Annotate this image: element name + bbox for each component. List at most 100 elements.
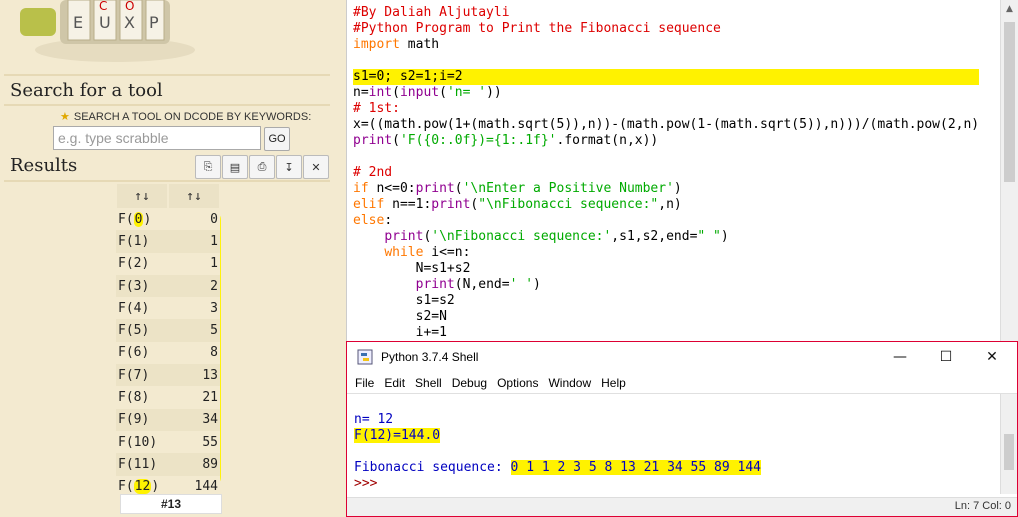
copy-icon[interactable]: ⎘ [195,155,221,179]
result-value: 55 [202,434,218,450]
code-line[interactable]: print('F({0:.0f})={1:.1f}'.format(n,x)) [353,133,979,149]
code-line[interactable] [353,53,979,69]
results-heading: Results [10,155,78,176]
python-shell-window: Python 3.7.4 Shell — ☐ ✕ File Edit Shell… [346,341,1018,517]
menu-options[interactable]: Options [497,376,538,390]
search-tool-heading: Search for a tool [10,80,163,101]
shell-prompt[interactable]: >>> [354,476,377,491]
sort-value-column-button[interactable]: ↑↓ [169,184,219,208]
code-line[interactable]: i+=1 [353,325,979,341]
menu-window[interactable]: Window [548,376,591,390]
shell-scrollbar[interactable] [1000,394,1017,494]
shell-output[interactable]: n= 12 F(12)=144.0 Fibonacci sequence: 0 … [354,412,761,492]
editor-scroll-thumb[interactable] [1004,22,1015,182]
code-line[interactable]: x=((math.pow(1+(math.sqrt(5)),n))-(math.… [353,117,979,133]
code-line[interactable]: # 1st: [353,101,979,117]
sequence-values: 0 1 1 2 3 5 8 13 21 34 55 89 144 [510,460,761,475]
code-line[interactable]: import math [353,37,979,53]
result-value: 21 [202,390,218,406]
svg-text:X: X [124,13,135,32]
menu-file[interactable]: File [355,376,374,390]
close-icon[interactable]: ✕ [303,155,329,179]
divider [4,74,330,76]
result-label-prefix: F( [118,300,134,316]
print-icon[interactable]: ⎙ [249,155,275,179]
result-label-index: 7 [133,367,142,383]
go-button[interactable]: GO [264,127,290,151]
result-label-suffix: ) [141,278,150,294]
keyword-label: ★ SEARCH A TOOL ON DCODE BY KEYWORDS: [60,110,311,123]
result-row: F(7) 13 [116,364,220,387]
result-label: F(11) [116,453,169,475]
code-editor[interactable]: #By Daliah Aljutayli #Python Program to P… [346,0,1018,341]
menu-debug[interactable]: Debug [452,376,487,390]
minimize-button[interactable]: — [877,342,923,372]
result-value: 34 [202,412,218,428]
code-line[interactable]: s2=N [353,309,979,325]
code-line[interactable]: # 2nd [353,165,979,181]
result-label: F(9) [116,409,169,431]
result-label-prefix: F( [118,456,134,472]
close-window-button[interactable]: ✕ [969,342,1015,372]
code-line[interactable]: #By Daliah Aljutayli [353,5,979,21]
result-label-suffix: ) [141,367,150,383]
result-label-index: 10 [133,434,150,450]
code-line[interactable]: print('\nFibonacci sequence:',s1,s2,end=… [353,229,979,245]
result-label-index: 3 [133,278,142,294]
code-line[interactable]: while i<=n: [353,245,979,261]
result-label-suffix: ) [141,233,150,249]
svg-text:E: E [73,13,83,32]
result-label-prefix: F( [118,367,134,383]
code-line[interactable]: #Python Program to Print the Fibonacci s… [353,21,979,37]
maximize-button[interactable]: ☐ [923,342,969,372]
code-line[interactable] [353,149,979,165]
result-label-suffix: ) [141,390,150,406]
result-row: F(0) 0 [116,208,220,231]
code-line[interactable]: if n<=0:print('\nEnter a Positive Number… [353,181,979,197]
result-label: F(0) [116,208,169,230]
shell-statusbar: Ln: 7 Col: 0 [347,497,1017,516]
result-value: 13 [202,367,218,383]
result-row: F(11) 89 [116,453,220,476]
pin-icon[interactable]: ↧ [276,155,302,179]
result-label-prefix: F( [118,390,134,406]
menu-edit[interactable]: Edit [384,376,405,390]
save-icon[interactable]: ▤ [222,155,248,179]
result-label: F(10) [116,431,169,453]
result-label: F(2) [116,253,169,275]
result-label-suffix: ) [143,211,152,227]
result-row: F(1) 1 [116,230,220,253]
code-line[interactable]: n=int(input('n= ')) [353,85,979,101]
code-text[interactable]: #By Daliah Aljutayli #Python Program to P… [353,5,980,341]
result-row: F(10) 55 [116,430,220,454]
result-label: F(7) [116,364,169,386]
code-line[interactable]: s1=0; s2=1;i=2 [353,69,980,85]
shell-menubar: File Edit Shell Debug Options Window Hel… [347,373,1017,394]
result-label-index: 1 [133,233,142,249]
result-label-suffix: ) [141,256,150,272]
code-line[interactable]: elif n==1:print("\nFibonacci sequence:",… [353,197,979,213]
result-value: 8 [210,345,218,361]
result-label-suffix: ) [141,300,150,316]
input-echo: n= 12 [354,412,394,427]
tool-search-input[interactable] [53,126,261,150]
menu-help[interactable]: Help [601,376,626,390]
result-label-suffix: ) [151,479,160,495]
shell-scroll-thumb[interactable] [1004,434,1014,470]
code-line[interactable]: N=s1+s2 [353,261,979,277]
code-line[interactable]: s1=s2 [353,293,979,309]
menu-shell[interactable]: Shell [415,376,442,390]
python-icon [357,349,373,365]
results-table-header: ↑↓ ↑↓ [116,184,220,208]
scroll-up-icon[interactable]: ▲ [1006,4,1013,14]
divider [4,104,330,106]
result-label-prefix: F( [118,412,134,428]
code-line[interactable]: print(N,end=' ') [353,277,979,293]
result-value: 1 [210,256,218,272]
cursor-position: Ln: 7 Col: 0 [954,500,1011,512]
editor-scrollbar[interactable]: ▲ [1000,0,1018,341]
code-line[interactable]: else: [353,213,979,229]
sort-label-column-button[interactable]: ↑↓ [117,184,167,208]
result-label-prefix: F( [118,345,134,361]
result-label-index: 4 [133,300,142,316]
